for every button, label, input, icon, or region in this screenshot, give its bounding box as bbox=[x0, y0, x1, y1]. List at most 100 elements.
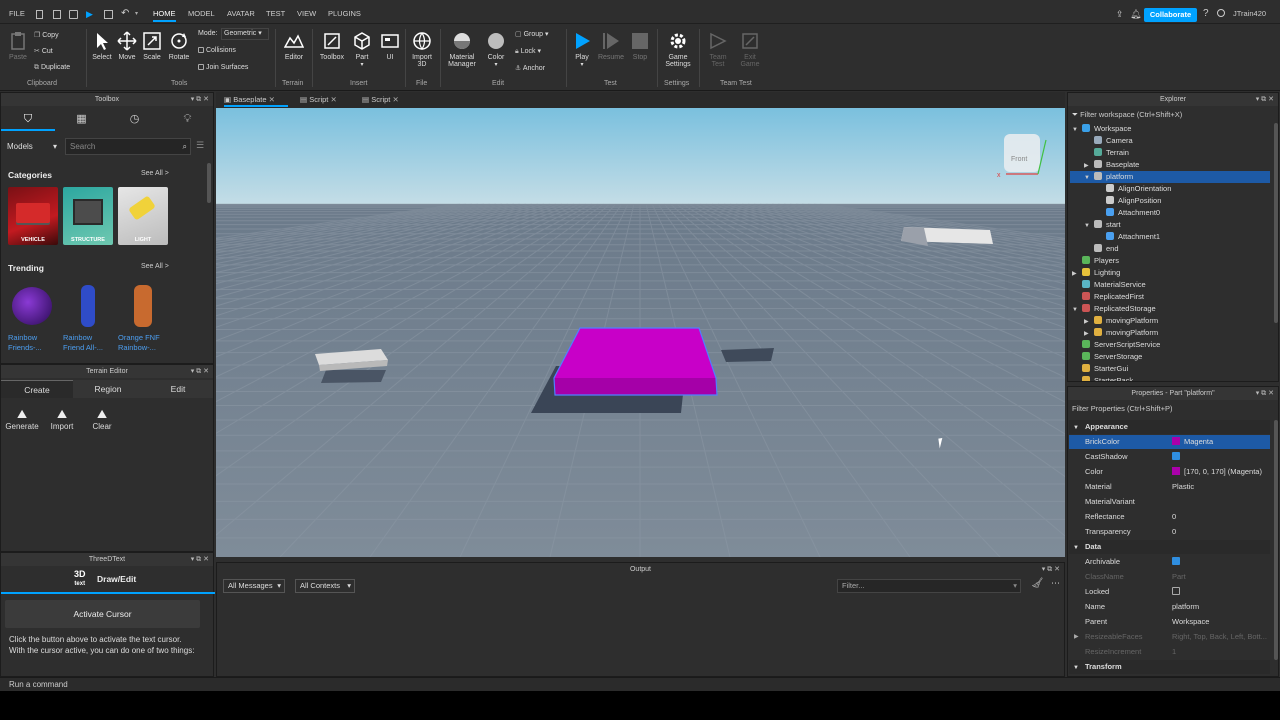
tab-plugins[interactable]: PLUGINS bbox=[328, 9, 361, 18]
property-row[interactable]: Name platform bbox=[1069, 600, 1270, 614]
explorer-item[interactable]: ▼ ReplicatedStorage bbox=[1070, 303, 1270, 315]
category-vehicle[interactable]: VEHICLE bbox=[8, 187, 58, 245]
explorer-item[interactable]: StarterPack bbox=[1070, 375, 1270, 381]
game-settings-button[interactable]: Game Settings bbox=[661, 31, 695, 68]
doc-tab-baseplate[interactable]: ▣ Baseplate ✕ bbox=[224, 93, 288, 107]
anchor-button[interactable]: ⚓︎ Anchor bbox=[515, 64, 545, 72]
recent-tab[interactable]: ◷ bbox=[108, 107, 161, 131]
explorer-item[interactable]: Attachment0 bbox=[1070, 207, 1270, 219]
rotate-tool-button[interactable]: Rotate bbox=[166, 31, 192, 61]
contexts-filter-dropdown[interactable]: All Contexts ▾ bbox=[295, 579, 355, 593]
play-button[interactable]: Play ▾ bbox=[570, 31, 594, 68]
exit-game-button[interactable]: Exit Game bbox=[737, 31, 763, 68]
trending-item-thumb[interactable] bbox=[63, 279, 113, 329]
property-row[interactable]: Locked bbox=[1069, 585, 1270, 599]
panel-controls[interactable]: ▾ ⧉ ✕ bbox=[1256, 387, 1274, 400]
paste-button[interactable]: Paste bbox=[6, 31, 30, 61]
tab-avatar[interactable]: AVATAR bbox=[227, 9, 255, 18]
help-icon[interactable]: ? bbox=[1203, 8, 1209, 19]
trending-see-all[interactable]: See All > bbox=[141, 263, 169, 270]
doc-tab-script[interactable]: ▤ Script ✕ bbox=[300, 93, 348, 107]
explorer-item[interactable]: ▶ Lighting bbox=[1070, 267, 1270, 279]
property-row[interactable]: Reflectance 0 bbox=[1069, 510, 1270, 524]
explorer-item[interactable]: Camera bbox=[1070, 135, 1270, 147]
select-tool-button[interactable]: Select bbox=[90, 31, 114, 61]
join-surfaces-toggle[interactable]: Join Surfaces bbox=[198, 64, 248, 71]
property-row[interactable]: ▶ ResizeableFaces Right, Top, Back, Left, … bbox=[1069, 630, 1270, 644]
command-bar-input[interactable]: Run a command bbox=[9, 680, 68, 689]
marketplace-tab[interactable]: ▦ bbox=[55, 107, 108, 131]
command-bar[interactable]: Run a command bbox=[0, 677, 1280, 691]
property-section[interactable]: ▼ Transform bbox=[1069, 660, 1270, 674]
ui-button[interactable]: UI bbox=[379, 31, 401, 61]
property-row[interactable]: Archivable bbox=[1069, 555, 1270, 569]
filter-icon[interactable]: ☰ bbox=[196, 140, 204, 151]
category-light[interactable]: LIGHT bbox=[118, 187, 168, 245]
scene-render[interactable]: Front x bbox=[216, 108, 1065, 557]
explorer-item[interactable]: Terrain bbox=[1070, 147, 1270, 159]
property-row[interactable]: Transparency 0 bbox=[1069, 525, 1270, 539]
terrain-import-button[interactable]: ⛰ Import bbox=[44, 407, 80, 431]
property-row[interactable]: Color [170, 0, 170] (Magenta) bbox=[1069, 465, 1270, 479]
output-filter-input[interactable]: Filter... ▾ bbox=[837, 579, 1021, 593]
screenshot-icon[interactable] bbox=[104, 10, 113, 19]
cut-button[interactable]: ✂ Cut bbox=[34, 47, 53, 55]
doc-tab-script[interactable]: ▤ Script ✕ bbox=[362, 93, 410, 107]
resume-button[interactable]: Resume bbox=[597, 31, 625, 61]
panel-controls[interactable]: ▾ ⧉ ✕ bbox=[191, 553, 209, 566]
save-icon[interactable] bbox=[69, 10, 78, 19]
collisions-toggle[interactable]: Collisions bbox=[198, 47, 236, 54]
explorer-item[interactable]: Attachment1 bbox=[1070, 231, 1270, 243]
share-icon[interactable]: ⇪ bbox=[1116, 9, 1124, 20]
terrain-generate-button[interactable]: ⛰ Generate bbox=[4, 407, 40, 431]
explorer-item[interactable]: ServerScriptService bbox=[1070, 339, 1270, 351]
property-row[interactable]: Material Plastic bbox=[1069, 480, 1270, 494]
explorer-item[interactable]: StarterGui bbox=[1070, 363, 1270, 375]
explorer-item[interactable]: Players bbox=[1070, 255, 1270, 267]
trending-item-thumb[interactable] bbox=[8, 279, 58, 329]
property-section[interactable]: ▼ Appearance bbox=[1069, 420, 1270, 434]
panel-controls[interactable]: ▾ ⧉ ✕ bbox=[191, 93, 209, 106]
copy-button[interactable]: ❐ Copy bbox=[34, 31, 59, 39]
terrain-clear-button[interactable]: ⛰ Clear bbox=[84, 407, 120, 431]
toolbox-search-input[interactable]: Search ⌕ bbox=[65, 138, 191, 155]
toolbox-scrollbar[interactable] bbox=[207, 163, 211, 203]
tab-model[interactable]: MODEL bbox=[188, 9, 215, 18]
collaborate-button[interactable]: Collaborate bbox=[1144, 8, 1197, 22]
tab-home[interactable]: HOME bbox=[153, 9, 176, 22]
undo-dropdown-icon[interactable]: ▾ bbox=[135, 10, 138, 17]
file-menu[interactable]: FILE bbox=[9, 9, 25, 18]
clear-output-icon[interactable]: 🧹︎ bbox=[1031, 578, 1044, 589]
undo-icon[interactable]: ↶ bbox=[121, 8, 129, 19]
explorer-item[interactable]: ▼ Workspace bbox=[1070, 123, 1270, 135]
color-button[interactable]: Color ▾ bbox=[484, 31, 508, 68]
part-button[interactable]: Part ▾ bbox=[350, 31, 374, 68]
explorer-scrollbar[interactable] bbox=[1274, 123, 1278, 323]
explorer-filter-input[interactable]: ⏷ Filter workspace (Ctrl+Shift+X) bbox=[1072, 109, 1272, 121]
explorer-item[interactable]: ▼ start bbox=[1070, 219, 1270, 231]
explorer-item[interactable]: end bbox=[1070, 243, 1270, 255]
category-structure[interactable]: STRUCTURE bbox=[63, 187, 113, 245]
terrain-tab-region[interactable]: Region bbox=[73, 380, 143, 398]
properties-scrollbar[interactable] bbox=[1274, 420, 1278, 660]
new-file-icon[interactable] bbox=[36, 10, 43, 19]
profile-icon[interactable] bbox=[1217, 9, 1225, 17]
mode-dropdown[interactable]: Geometric ▾ bbox=[221, 28, 269, 40]
terrain-tab-edit[interactable]: Edit bbox=[143, 380, 213, 398]
explorer-item[interactable]: ServerStorage bbox=[1070, 351, 1270, 363]
team-test-button[interactable]: Team Test bbox=[705, 31, 731, 68]
more-options-icon[interactable]: ⋯ bbox=[1051, 578, 1060, 589]
notification-bell-icon[interactable]: 🔔︎ bbox=[1130, 9, 1141, 20]
terrain-tab-create[interactable]: Create bbox=[1, 380, 73, 398]
play-quick-icon[interactable]: ▶ bbox=[86, 9, 93, 20]
property-row[interactable]: Parent Workspace bbox=[1069, 615, 1270, 629]
inventory-tab[interactable]: ⛉ bbox=[1, 107, 55, 131]
username[interactable]: JTrain420 bbox=[1233, 9, 1266, 18]
property-row[interactable]: ResizeIncrement 1 bbox=[1069, 645, 1270, 659]
property-row[interactable]: CastShadow bbox=[1069, 450, 1270, 464]
creations-tab[interactable]: 💡︎ bbox=[161, 107, 214, 131]
move-tool-button[interactable]: Move bbox=[115, 31, 139, 61]
terrain-editor-button[interactable]: Editor bbox=[281, 31, 307, 61]
lock-button[interactable]: 🔒︎ Lock ▾ bbox=[515, 47, 541, 56]
3d-viewport[interactable]: Front x bbox=[216, 108, 1065, 557]
